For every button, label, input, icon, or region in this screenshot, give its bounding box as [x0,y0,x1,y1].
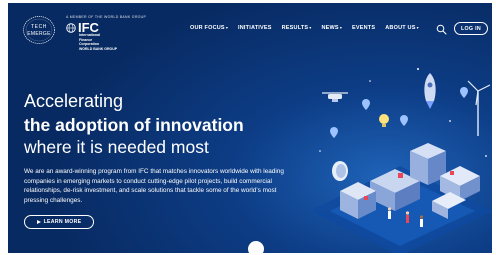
main-nav: OUR FOCUS▾ INITIATIVES RESULTS▾ NEWS▾ EV… [190,25,419,31]
smart-city-illustration [310,68,492,253]
techemerge-logo-mark: TECH EMERGE [23,16,55,44]
nav-item-our-focus[interactable]: OUR FOCUS▾ [190,25,228,31]
ifc-logo[interactable]: A MEMBER OF THE WORLD BANK GROUP IFC Int… [66,15,146,51]
nav-label: NEWS [321,25,339,31]
nav-item-results[interactable]: RESULTS▾ [282,25,312,31]
chevron-down-icon: ▾ [309,25,312,30]
chevron-down-icon: ▾ [225,25,229,30]
scroll-indicator[interactable] [248,241,264,253]
hero-heading-line-1: Accelerating [24,91,124,111]
nav-label: ABOUT US [385,25,416,31]
nav-label: INITIATIVES [238,25,272,31]
login-button[interactable]: LOG IN [454,22,488,35]
learn-more-button[interactable]: LEARN MORE [24,215,94,229]
ifc-tagline: A MEMBER OF THE WORLD BANK GROUP [66,15,147,19]
nav-label: OUR FOCUS [190,25,225,31]
learn-more-label: LEARN MORE [43,219,82,225]
nav-label: RESULTS [281,25,309,31]
nav-label: EVENTS [352,25,376,31]
globe-icon [66,23,76,33]
chevron-down-icon: ▾ [416,25,419,30]
search-button[interactable] [436,22,447,35]
svg-text:TECH: TECH [31,24,47,30]
hero-heading-line-2: the adoption of innovation [24,115,244,135]
search-icon [436,24,447,35]
chevron-down-icon: ▾ [339,25,343,30]
play-icon [36,220,41,224]
ifc-full-name: International Finance Corporation WORLD … [79,33,118,51]
nav-item-news[interactable]: NEWS▾ [322,25,343,31]
hero-description: We are an award-winning program from IFC… [24,168,284,204]
nav-item-about-us[interactable]: ABOUT US▾ [385,25,419,31]
hero-section: TECH EMERGE A MEMBER OF THE WORLD BANK G… [8,3,492,253]
nav-item-initiatives[interactable]: INITIATIVES [238,25,272,31]
svg-text:EMERGE: EMERGE [27,31,51,37]
techemerge-logo[interactable]: TECH EMERGE [22,15,56,45]
nav-item-events[interactable]: EVENTS [352,25,375,31]
hero-heading-line-3: where it is needed most [24,137,209,157]
